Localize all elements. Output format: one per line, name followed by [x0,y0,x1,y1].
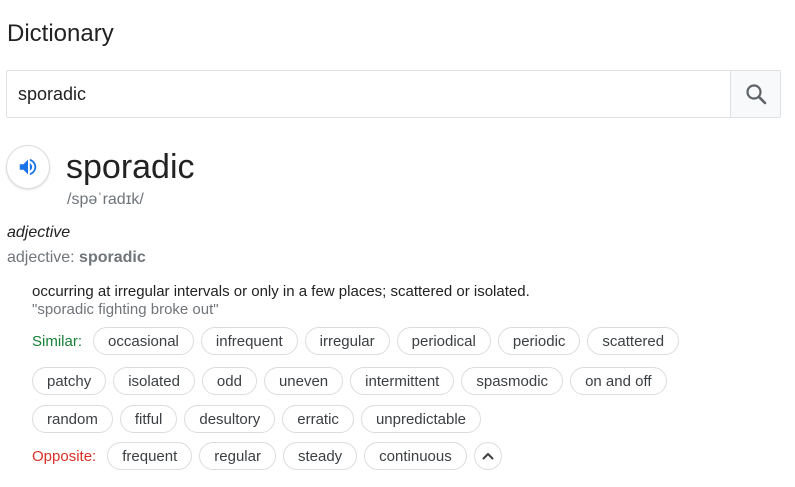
similar-chip[interactable]: fitful [119,405,178,433]
similar-row-2: patchy isolated odd uneven intermittent … [32,367,674,395]
similar-label: Similar: [32,332,83,350]
similar-chip[interactable]: unpredictable [360,405,482,433]
similar-chip[interactable]: desultory [184,405,276,433]
opposite-label: Opposite: [32,447,97,465]
similar-chip[interactable]: scattered [587,327,680,355]
search-button[interactable] [730,71,780,117]
similar-row-1: Similar: occasional infrequent irregular… [32,327,686,355]
chevron-up-icon [482,453,494,460]
example-sentence: "sporadic fighting broke out" [32,301,219,318]
similar-chip[interactable]: spasmodic [461,367,564,395]
speaker-icon [19,158,37,176]
opposite-chip[interactable]: steady [282,442,358,470]
opposite-row: Opposite: frequent regular steady contin… [32,442,502,470]
similar-chip[interactable]: periodic [497,327,581,355]
definition-text: occurring at irregular intervals or only… [32,283,530,300]
similar-chip[interactable]: isolated [113,367,195,395]
similar-chip[interactable]: intermittent [350,367,455,395]
search-box [6,70,781,118]
similar-chip[interactable]: periodical [396,327,491,355]
similar-chip[interactable]: irregular [304,327,390,355]
similar-chip[interactable]: occasional [93,327,194,355]
opposite-chip[interactable]: regular [199,442,276,470]
search-input[interactable] [7,71,729,117]
similar-chip[interactable]: on and off [570,367,667,395]
similar-chip[interactable]: random [32,405,113,433]
word-form-word: sporadic [79,249,146,266]
similar-chip[interactable]: uneven [263,367,344,395]
similar-row-3: random fitful desultory erratic unpredic… [32,405,488,433]
search-icon [745,84,766,105]
pronunciation-button[interactable] [6,145,50,189]
similar-chip[interactable]: odd [201,367,257,395]
phonetic-spelling: /spəˈradɪk/ [67,191,144,208]
word-form-prefix: adjective: [7,249,80,266]
dictionary-title: Dictionary [7,20,114,47]
word-form: adjective: sporadic [7,249,146,267]
similar-chip[interactable]: patchy [32,367,107,395]
similar-chip[interactable]: infrequent [200,327,298,355]
opposite-chip[interactable]: frequent [107,442,193,470]
headword: sporadic [66,148,195,186]
collapse-synonyms-button[interactable] [473,442,502,470]
similar-chip[interactable]: erratic [282,405,354,433]
part-of-speech: adjective [7,224,71,241]
opposite-chip[interactable]: continuous [364,442,467,470]
